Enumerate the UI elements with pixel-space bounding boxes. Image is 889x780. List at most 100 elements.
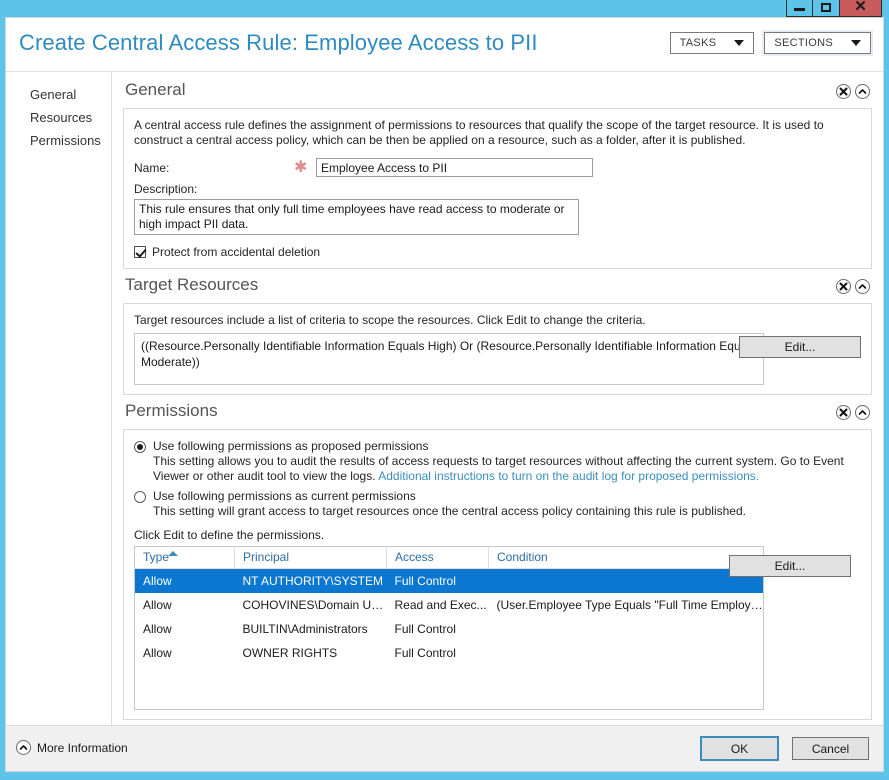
proposed-permissions-description: This setting allows you to audit the res… — [153, 454, 861, 484]
general-box: A central access rule defines the assign… — [123, 108, 872, 269]
content-area: General Resources Permissions General A … — [6, 72, 883, 737]
column-header-condition[interactable]: Condition — [488, 546, 764, 569]
cell-type: Allow — [134, 568, 235, 593]
dialog-footer: More Information OK Cancel — [6, 725, 883, 771]
current-permissions-radio[interactable] — [134, 491, 146, 503]
permissions-edit-note: Click Edit to define the permissions. — [134, 528, 325, 542]
sidebar-item-general[interactable]: General — [6, 83, 111, 106]
cell-access: Full Control — [394, 646, 456, 660]
window-controls: ✕ — [786, 0, 882, 17]
cell-access: Full Control — [386, 568, 489, 593]
column-header-access[interactable]: Access — [386, 546, 489, 569]
current-permissions-description: This setting will grant access to target… — [153, 504, 746, 518]
table-header-row: Type Principal Access Condition — [134, 546, 764, 569]
maximize-icon — [821, 3, 831, 12]
edit-permissions-button[interactable]: Edit... — [729, 555, 851, 577]
ok-button[interactable]: OK — [700, 736, 779, 761]
cell-condition — [489, 617, 764, 641]
section-target-resources-header: Target Resources — [123, 275, 872, 303]
audit-log-instructions-link[interactable]: Additional instructions to turn on the a… — [378, 469, 759, 483]
tasks-dropdown-button[interactable]: TASKS — [669, 32, 755, 54]
name-label: Name: — [134, 160, 170, 175]
section-title-permissions: Permissions — [125, 401, 218, 420]
permissions-table-wrap: Type Principal Access Condition Allow NT… — [134, 546, 861, 710]
protect-deletion-checkbox[interactable] — [134, 246, 146, 258]
general-description: A central access rule defines the assign… — [134, 118, 824, 147]
section-target-resources-controls — [836, 279, 870, 294]
target-resources-criteria[interactable]: ((Resource.Personally Identifiable Infor… — [134, 333, 764, 385]
footer-button-group: OK Cancel — [700, 736, 869, 761]
more-information-toggle[interactable]: More Information — [16, 740, 128, 755]
permissions-table-head: Type Principal Access Condition — [134, 546, 764, 569]
cell-type: Allow — [143, 598, 172, 612]
table-empty-space — [135, 665, 764, 709]
close-icon: ✕ — [854, 0, 867, 15]
permissions-box: Use following permissions as proposed pe… — [123, 429, 872, 720]
proposed-permissions-label: Use following permissions as proposed pe… — [153, 439, 429, 453]
section-permissions-header: Permissions — [123, 401, 872, 429]
cell-condition: (User.Employee Type Equals "Full Time Em… — [496, 598, 764, 612]
cell-condition — [488, 568, 764, 593]
proposed-permissions-row: Use following permissions as proposed pe… — [134, 439, 861, 453]
current-permissions-label: Use following permissions as current per… — [153, 489, 416, 503]
table-row[interactable]: Allow BUILTIN\Administrators Full Contro… — [135, 617, 764, 641]
cancel-button[interactable]: Cancel — [792, 737, 869, 760]
cell-principal: BUILTIN\Administrators — [242, 622, 368, 636]
section-target-resources: Target Resources Target resources includ… — [123, 275, 872, 395]
section-permissions-controls — [836, 405, 870, 420]
cell-condition — [489, 641, 764, 665]
dialog-header: Create Central Access Rule: Employee Acc… — [6, 18, 883, 72]
sidebar-item-resources[interactable]: Resources — [6, 106, 111, 129]
settings-panel: General A central access rule defines th… — [112, 72, 883, 737]
table-row[interactable]: Allow NT AUTHORITY\SYSTEM Full Control — [134, 568, 764, 593]
collapse-chevron-icon — [16, 740, 31, 755]
permissions-table-body: Allow NT AUTHORITY\SYSTEM Full Control A… — [134, 568, 764, 710]
minimize-icon — [794, 8, 805, 11]
table-row[interactable]: Allow COHOVINES\Domain Us... Read and Ex… — [135, 593, 764, 617]
column-header-type[interactable]: Type — [134, 546, 235, 569]
permissions-table: Type Principal Access Condition Allow NT… — [134, 546, 764, 710]
name-row: Name: ✱ — [134, 158, 861, 177]
sections-dropdown-button[interactable]: SECTIONS — [762, 30, 873, 56]
column-header-type-label: Type — [143, 550, 170, 564]
column-header-principal[interactable]: Principal — [234, 546, 387, 569]
section-title-general: General — [125, 80, 186, 99]
protect-deletion-row: Protect from accidental deletion — [134, 245, 861, 259]
target-resources-note: Target resources include a list of crite… — [134, 313, 646, 327]
section-general-header: General — [123, 80, 872, 108]
chevron-down-icon — [851, 40, 861, 46]
more-information-label: More Information — [37, 740, 128, 755]
sections-label: SECTIONS — [774, 37, 833, 49]
remove-section-icon[interactable] — [836, 84, 851, 99]
header-button-group: TASKS SECTIONS — [669, 30, 873, 56]
current-permissions-row: Use following permissions as current per… — [134, 489, 861, 503]
section-general-controls — [836, 84, 870, 99]
collapse-section-icon[interactable] — [855, 405, 870, 420]
maximize-button[interactable] — [813, 0, 840, 17]
protect-deletion-label: Protect from accidental deletion — [152, 245, 321, 259]
section-general: General A central access rule defines th… — [123, 80, 872, 269]
close-button[interactable]: ✕ — [840, 0, 882, 17]
collapse-section-icon[interactable] — [855, 279, 870, 294]
proposed-permissions-radio[interactable] — [134, 441, 146, 453]
dialog-body: Create Central Access Rule: Employee Acc… — [5, 17, 884, 772]
tasks-label: TASKS — [679, 37, 717, 49]
cell-principal: NT AUTHORITY\SYSTEM — [234, 568, 387, 593]
sidebar-nav: General Resources Permissions — [6, 72, 112, 737]
sidebar-item-permissions[interactable]: Permissions — [6, 129, 111, 152]
table-row[interactable]: Allow OWNER RIGHTS Full Control — [135, 641, 764, 665]
edit-target-resources-button[interactable]: Edit... — [739, 336, 861, 358]
remove-section-icon[interactable] — [836, 279, 851, 294]
page-title: Create Central Access Rule: Employee Acc… — [19, 30, 538, 55]
remove-section-icon[interactable] — [836, 405, 851, 420]
cell-access: Read and Exec... — [394, 598, 487, 612]
collapse-section-icon[interactable] — [855, 84, 870, 99]
description-textarea[interactable]: This rule ensures that only full time em… — [134, 199, 579, 235]
cell-access: Full Control — [394, 622, 456, 636]
name-input[interactable] — [316, 158, 593, 177]
dialog-window: ✕ Create Central Access Rule: Employee A… — [0, 0, 889, 780]
minimize-button[interactable] — [786, 0, 813, 17]
title-bar: ✕ — [0, 0, 889, 17]
cell-type: Allow — [143, 646, 172, 660]
section-permissions: Permissions Use following permissions as… — [123, 401, 872, 720]
